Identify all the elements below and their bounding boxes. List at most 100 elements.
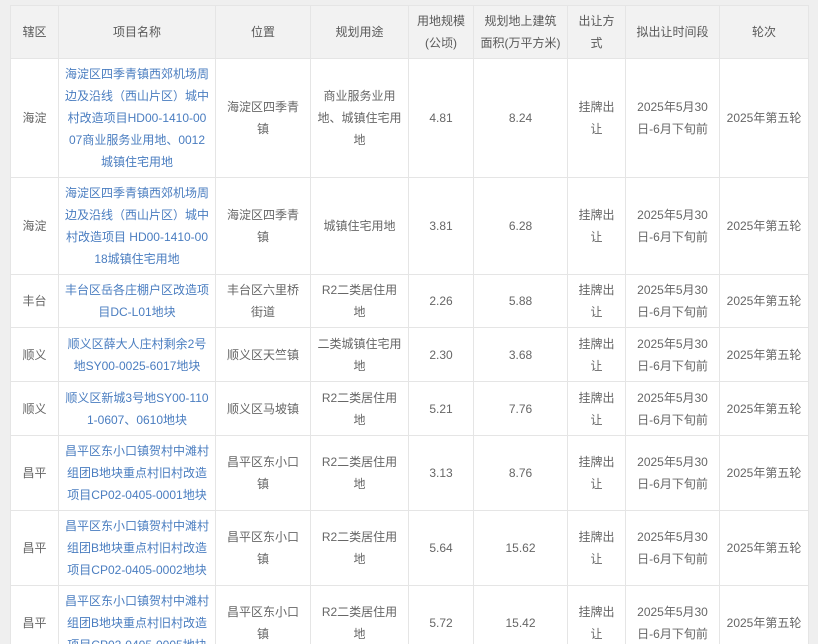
cell-district: 顺义 <box>10 381 59 436</box>
header-transfer-method: 出让方式 <box>567 5 626 59</box>
table-row: 海淀 海淀区四季青镇西郊机场周边及沿线（西山片区）城中村改造项目 HD00-14… <box>10 177 809 275</box>
cell-land-area: 2.30 <box>408 327 474 382</box>
cell-location: 顺义区天竺镇 <box>215 327 311 382</box>
cell-project-name: 顺义区薛大人庄村剩余2号地SY00-0025-6017地块 <box>58 327 216 382</box>
cell-transfer-period: 2025年5月30日-6月下旬前 <box>625 510 720 586</box>
cell-planned-usage: R2二类居住用地 <box>310 435 409 511</box>
cell-planned-usage: R2二类居住用地 <box>310 510 409 586</box>
cell-round: 2025年第五轮 <box>719 58 809 178</box>
cell-transfer-method: 挂牌出让 <box>567 510 626 586</box>
page-background: 辖区 项目名称 位置 规划用途 用地规模 (公顷) 规划地上建筑 面积(万平方米… <box>0 0 818 644</box>
header-location: 位置 <box>215 5 311 59</box>
cell-planned-usage: R2二类居住用地 <box>310 585 409 644</box>
cell-land-area: 5.64 <box>408 510 474 586</box>
cell-location: 海淀区四季青镇 <box>215 58 311 178</box>
cell-transfer-period: 2025年5月30日-6月下旬前 <box>625 585 720 644</box>
cell-round: 2025年第五轮 <box>719 435 809 511</box>
cell-location: 昌平区东小口镇 <box>215 435 311 511</box>
cell-transfer-method: 挂牌出让 <box>567 327 626 382</box>
cell-project-name: 昌平区东小口镇贺村中滩村组团B地块重点村旧村改造项目CP02-0405-0001… <box>58 435 216 511</box>
land-transfer-table: 辖区 项目名称 位置 规划用途 用地规模 (公顷) 规划地上建筑 面积(万平方米… <box>10 5 809 644</box>
cell-district: 昌平 <box>10 435 59 511</box>
cell-planned-usage: 商业服务业用地、城镇住宅用地 <box>310 58 409 178</box>
cell-transfer-method: 挂牌出让 <box>567 274 626 328</box>
cell-project-name: 海淀区四季青镇西郊机场周边及沿线（西山片区）城中村改造项目 HD00-1410-… <box>58 177 216 275</box>
project-link[interactable]: 海淀区四季青镇西郊机场周边及沿线（西山片区）城中村改造项目 HD00-1410-… <box>65 186 209 266</box>
cell-location: 昌平区东小口镇 <box>215 585 311 644</box>
cell-transfer-period: 2025年5月30日-6月下旬前 <box>625 58 720 178</box>
cell-land-area: 4.81 <box>408 58 474 178</box>
cell-district: 昌平 <box>10 510 59 586</box>
cell-round: 2025年第五轮 <box>719 381 809 436</box>
cell-round: 2025年第五轮 <box>719 177 809 275</box>
project-link[interactable]: 昌平区东小口镇贺村中滩村组团B地块重点村旧村改造项目CP02-0405-0001… <box>65 444 209 502</box>
cell-floor-area: 15.62 <box>473 510 568 586</box>
cell-land-area: 2.26 <box>408 274 474 328</box>
cell-transfer-method: 挂牌出让 <box>567 58 626 178</box>
table-body: 海淀 海淀区四季青镇西郊机场周边及沿线（西山片区）城中村改造项目HD00-141… <box>10 58 809 644</box>
header-project-name: 项目名称 <box>58 5 216 59</box>
cell-round: 2025年第五轮 <box>719 274 809 328</box>
project-link[interactable]: 丰台区岳各庄棚户区改造项目DC-L01地块 <box>65 283 209 319</box>
table-header: 辖区 项目名称 位置 规划用途 用地规模 (公顷) 规划地上建筑 面积(万平方米… <box>10 5 809 59</box>
project-link[interactable]: 顺义区薛大人庄村剩余2号地SY00-0025-6017地块 <box>68 337 207 373</box>
project-link[interactable]: 顺义区新城3号地SY00-1101-0607、0610地块 <box>65 391 208 427</box>
cell-transfer-method: 挂牌出让 <box>567 177 626 275</box>
cell-district: 顺义 <box>10 327 59 382</box>
table-row: 昌平 昌平区东小口镇贺村中滩村组团B地块重点村旧村改造项目CP02-0405-0… <box>10 510 809 586</box>
cell-project-name: 丰台区岳各庄棚户区改造项目DC-L01地块 <box>58 274 216 328</box>
cell-transfer-method: 挂牌出让 <box>567 435 626 511</box>
cell-floor-area: 3.68 <box>473 327 568 382</box>
cell-land-area: 3.81 <box>408 177 474 275</box>
header-floor-area: 规划地上建筑 面积(万平方米) <box>473 5 568 59</box>
cell-project-name: 昌平区东小口镇贺村中滩村组团B地块重点村旧村改造项目CP02-0405-0002… <box>58 510 216 586</box>
cell-land-area: 3.13 <box>408 435 474 511</box>
cell-transfer-method: 挂牌出让 <box>567 585 626 644</box>
cell-location: 海淀区四季青镇 <box>215 177 311 275</box>
cell-transfer-period: 2025年5月30日-6月下旬前 <box>625 327 720 382</box>
cell-project-name: 顺义区新城3号地SY00-1101-0607、0610地块 <box>58 381 216 436</box>
cell-location: 顺义区马坡镇 <box>215 381 311 436</box>
cell-transfer-period: 2025年5月30日-6月下旬前 <box>625 435 720 511</box>
cell-district: 昌平 <box>10 585 59 644</box>
cell-transfer-period: 2025年5月30日-6月下旬前 <box>625 381 720 436</box>
cell-land-area: 5.72 <box>408 585 474 644</box>
cell-planned-usage: 城镇住宅用地 <box>310 177 409 275</box>
cell-planned-usage: R2二类居住用地 <box>310 381 409 436</box>
cell-round: 2025年第五轮 <box>719 510 809 586</box>
table-row: 丰台 丰台区岳各庄棚户区改造项目DC-L01地块 丰台区六里桥街道 R2二类居住… <box>10 274 809 328</box>
cell-floor-area: 5.88 <box>473 274 568 328</box>
cell-floor-area: 6.28 <box>473 177 568 275</box>
table-row: 海淀 海淀区四季青镇西郊机场周边及沿线（西山片区）城中村改造项目HD00-141… <box>10 58 809 178</box>
cell-floor-area: 8.24 <box>473 58 568 178</box>
cell-district: 海淀 <box>10 177 59 275</box>
header-district: 辖区 <box>10 5 59 59</box>
cell-district: 海淀 <box>10 58 59 178</box>
cell-location: 昌平区东小口镇 <box>215 510 311 586</box>
cell-round: 2025年第五轮 <box>719 585 809 644</box>
cell-district: 丰台 <box>10 274 59 328</box>
cell-transfer-period: 2025年5月30日-6月下旬前 <box>625 177 720 275</box>
header-transfer-period: 拟出让时间段 <box>625 5 720 59</box>
header-row: 辖区 项目名称 位置 规划用途 用地规模 (公顷) 规划地上建筑 面积(万平方米… <box>10 5 809 59</box>
cell-planned-usage: R2二类居住用地 <box>310 274 409 328</box>
cell-land-area: 5.21 <box>408 381 474 436</box>
project-link[interactable]: 昌平区东小口镇贺村中滩村组团B地块重点村旧村改造项目CP02-0405-0005… <box>65 594 209 644</box>
cell-transfer-method: 挂牌出让 <box>567 381 626 436</box>
cell-transfer-period: 2025年5月30日-6月下旬前 <box>625 274 720 328</box>
cell-floor-area: 8.76 <box>473 435 568 511</box>
header-land-area: 用地规模 (公顷) <box>408 5 474 59</box>
cell-project-name: 昌平区东小口镇贺村中滩村组团B地块重点村旧村改造项目CP02-0405-0005… <box>58 585 216 644</box>
project-link[interactable]: 海淀区四季青镇西郊机场周边及沿线（西山片区）城中村改造项目HD00-1410-0… <box>65 67 209 169</box>
cell-project-name: 海淀区四季青镇西郊机场周边及沿线（西山片区）城中村改造项目HD00-1410-0… <box>58 58 216 178</box>
cell-floor-area: 7.76 <box>473 381 568 436</box>
table-row: 昌平 昌平区东小口镇贺村中滩村组团B地块重点村旧村改造项目CP02-0405-0… <box>10 585 809 644</box>
header-planned-usage: 规划用途 <box>310 5 409 59</box>
project-link[interactable]: 昌平区东小口镇贺村中滩村组团B地块重点村旧村改造项目CP02-0405-0002… <box>65 519 209 577</box>
cell-round: 2025年第五轮 <box>719 327 809 382</box>
table-row: 昌平 昌平区东小口镇贺村中滩村组团B地块重点村旧村改造项目CP02-0405-0… <box>10 435 809 511</box>
cell-planned-usage: 二类城镇住宅用地 <box>310 327 409 382</box>
table-row: 顺义 顺义区薛大人庄村剩余2号地SY00-0025-6017地块 顺义区天竺镇 … <box>10 327 809 382</box>
cell-location: 丰台区六里桥街道 <box>215 274 311 328</box>
header-round: 轮次 <box>719 5 809 59</box>
